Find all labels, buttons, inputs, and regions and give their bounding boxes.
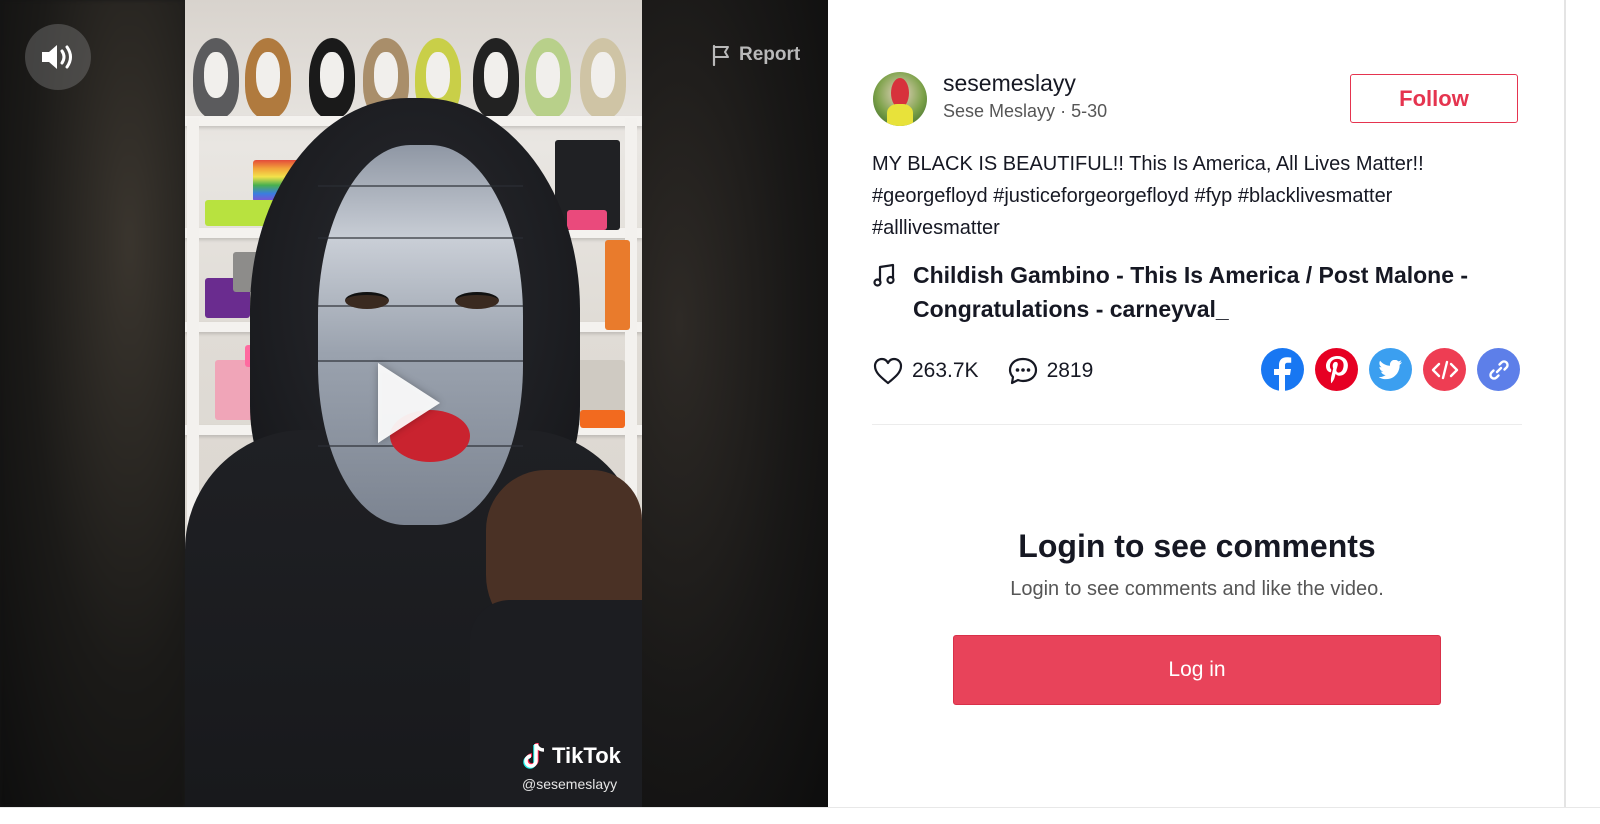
- wig-head: [525, 38, 571, 118]
- tiktok-watermark: TikTok @sesemeslayy: [522, 742, 621, 792]
- shelf-decor: [580, 410, 625, 428]
- tiktok-logo-icon: [523, 743, 545, 769]
- speaker-icon: [42, 45, 72, 69]
- wig-head: [309, 38, 355, 118]
- watermark-brand: TikTok: [552, 743, 621, 768]
- watermark-handle: @sesemeslayy: [522, 776, 618, 792]
- facebook-icon: [1274, 357, 1292, 391]
- comment-count: 2819: [1046, 359, 1094, 382]
- login-prompt-title: Login to see comments: [1018, 528, 1376, 564]
- login-prompt-subtitle: Login to see comments and like the video…: [1010, 578, 1384, 600]
- comment-icon: [1008, 357, 1037, 385]
- wig-head: [580, 38, 626, 118]
- hashtag-link[interactable]: #blacklivesmatter: [1238, 185, 1393, 207]
- share-buttons: [1261, 348, 1520, 391]
- eye: [345, 292, 389, 309]
- stats-row: 263.7K 2819: [872, 352, 1121, 390]
- hashtag-link[interactable]: #georgefloyd: [872, 185, 988, 207]
- post-date: 5-30: [1071, 101, 1108, 121]
- shelf-decor: [567, 210, 607, 230]
- shelf-decor: [605, 240, 630, 330]
- share-pinterest-button[interactable]: [1315, 348, 1358, 391]
- follow-button[interactable]: Follow: [1350, 74, 1518, 123]
- panel-right-border: [1564, 0, 1566, 807]
- report-button[interactable]: Report: [711, 42, 800, 68]
- avatar[interactable]: [873, 72, 927, 126]
- video-blur-background-right: [642, 0, 828, 807]
- pinterest-icon: [1325, 355, 1348, 383]
- bottom-edge: [0, 807, 1600, 824]
- like-button[interactable]: 263.7K: [872, 356, 979, 386]
- wig-head: [473, 38, 519, 118]
- music-row[interactable]: Childish Gambino - This Is America / Pos…: [872, 258, 1522, 326]
- wig-head: [193, 38, 239, 118]
- flag-icon: [712, 44, 729, 66]
- play-button[interactable]: [378, 363, 440, 443]
- hashtag-link[interactable]: #alllivesmatter: [872, 217, 1000, 239]
- heart-icon: [873, 357, 903, 385]
- painted-face: [318, 145, 523, 525]
- login-button[interactable]: Log in: [953, 635, 1441, 705]
- music-title-link[interactable]: Childish Gambino - This Is America / Pos…: [913, 258, 1513, 326]
- embed-icon: [1431, 360, 1458, 379]
- video-player[interactable]: Report TikTok @sesemeslayy: [0, 0, 828, 807]
- display-name: Sese Meslayy: [943, 101, 1056, 121]
- sound-toggle-button[interactable]: [25, 24, 91, 90]
- share-facebook-button[interactable]: [1261, 348, 1304, 391]
- author-subline: Sese Meslayy · 5-30: [943, 101, 1107, 122]
- eye: [455, 292, 499, 309]
- subline-separator: ·: [1060, 101, 1067, 121]
- wig-head: [245, 38, 291, 118]
- hashtag-link[interactable]: #fyp: [1194, 185, 1232, 207]
- caption-text: MY BLACK IS BEAUTIFUL!! This Is America,…: [872, 153, 1424, 175]
- hashtag-link[interactable]: #justiceforgeorgefloyd: [993, 185, 1189, 207]
- share-twitter-button[interactable]: [1369, 348, 1412, 391]
- like-count: 263.7K: [912, 359, 979, 382]
- copy-link-button[interactable]: [1477, 348, 1520, 391]
- share-embed-button[interactable]: [1423, 348, 1466, 391]
- comment-button[interactable]: 2819: [1007, 356, 1094, 386]
- link-icon: [1488, 359, 1509, 380]
- report-label: Report: [739, 44, 801, 65]
- post-caption: MY BLACK IS BEAUTIFUL!! This Is America,…: [872, 148, 1522, 244]
- twitter-icon: [1378, 359, 1402, 379]
- video-blur-background-left: [0, 0, 185, 807]
- username[interactable]: sesemeslayy: [943, 70, 1076, 97]
- section-divider: [872, 424, 1522, 425]
- music-note-icon: [873, 263, 895, 287]
